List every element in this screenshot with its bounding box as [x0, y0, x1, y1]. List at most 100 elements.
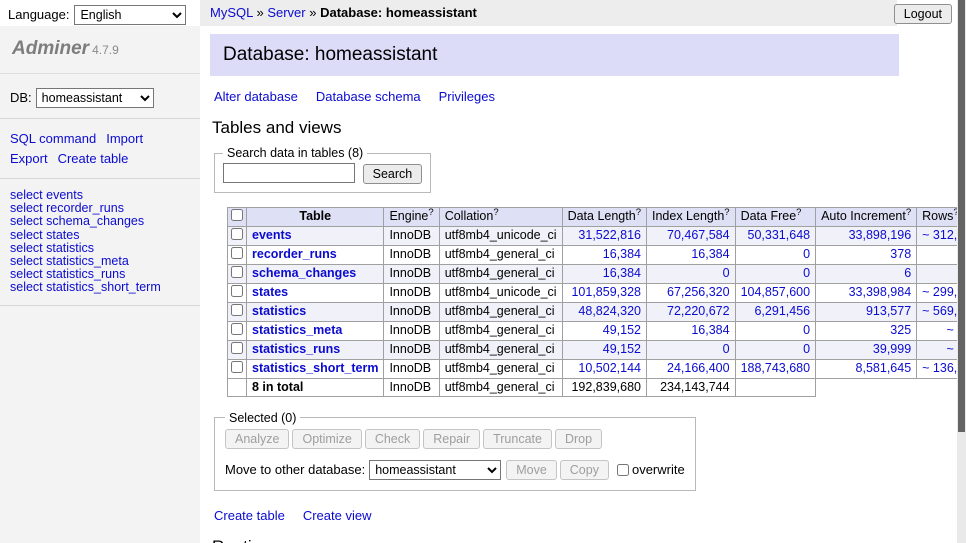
sidebar-link-create-table[interactable]: Create table — [58, 151, 129, 166]
search-input[interactable] — [223, 163, 355, 183]
rows-value[interactable]: ~ 569,159 — [922, 304, 957, 318]
data-length-value[interactable]: 10,502,144 — [578, 361, 641, 375]
sidebar-select-states[interactable]: select states — [10, 229, 190, 242]
move-database-select[interactable]: homeassistant — [369, 460, 501, 480]
help-link[interactable]: ? — [906, 207, 911, 218]
table-link-states[interactable]: states — [252, 285, 288, 299]
rows-value[interactable]: ~ 244 — [946, 323, 957, 337]
auto-increment-value[interactable]: 33,398,984 — [849, 285, 912, 299]
row-checkbox[interactable] — [231, 228, 243, 240]
table-row: statisticsInnoDButf8mb4_general_ci48,824… — [228, 302, 958, 321]
row-checkbox[interactable] — [231, 304, 243, 316]
data-length-value[interactable]: 16,384 — [603, 266, 641, 280]
rows-value[interactable]: ~ 312,180 — [922, 228, 957, 242]
db-select[interactable]: homeassistant — [36, 88, 154, 108]
table-link-recorder-runs[interactable]: recorder_runs — [252, 247, 337, 261]
data-length-value[interactable]: 31,522,816 — [578, 228, 641, 242]
data-free-value[interactable]: 50,331,648 — [748, 228, 811, 242]
logout-button[interactable]: Logout — [894, 4, 952, 24]
index-length-value[interactable]: 16,384 — [691, 323, 729, 337]
action-link-privileges[interactable]: Privileges — [439, 89, 495, 104]
search-button[interactable]: Search — [363, 164, 423, 184]
index-length-value[interactable]: 72,220,672 — [667, 304, 730, 318]
sidebar-link-export[interactable]: Export — [10, 151, 48, 166]
repair-button[interactable]: Repair — [423, 429, 480, 449]
action-link-alter-database[interactable]: Alter database — [214, 89, 298, 104]
auto-increment-value[interactable]: 33,898,196 — [849, 228, 912, 242]
help-link[interactable]: ? — [636, 207, 641, 218]
data-length-value[interactable]: 101,859,328 — [571, 285, 641, 299]
cell-engine: InnoDB — [384, 302, 439, 321]
scrollbar-thumb[interactable] — [958, 0, 965, 432]
sidebar-link-import[interactable]: Import — [106, 131, 143, 146]
data-free-value[interactable]: 188,743,680 — [741, 361, 811, 375]
index-length-value[interactable]: 70,467,584 — [667, 228, 730, 242]
breadcrumb-link-mysql[interactable]: MySQL — [210, 5, 253, 20]
index-length-value[interactable]: 0 — [723, 266, 730, 280]
sidebar-select-schema-changes[interactable]: select schema_changes — [10, 215, 190, 228]
auto-increment-value[interactable]: 6 — [904, 266, 911, 280]
rows-value[interactable]: ~ 136,108 — [922, 361, 957, 375]
sidebar-select-statistics-short-term[interactable]: select statistics_short_term — [10, 281, 190, 294]
data-length-value[interactable]: 49,152 — [603, 342, 641, 356]
auto-increment-value[interactable]: 8,581,645 — [856, 361, 912, 375]
row-checkbox[interactable] — [231, 342, 243, 354]
select-all-checkbox[interactable] — [231, 209, 243, 221]
language-bar: Language:English — [8, 5, 186, 25]
analyze-button[interactable]: Analyze — [225, 429, 289, 449]
routines-section-title: Routines — [212, 537, 957, 543]
table-link-statistics-runs[interactable]: statistics_runs — [252, 342, 340, 356]
overwrite-checkbox[interactable] — [617, 464, 629, 476]
row-checkbox[interactable] — [231, 285, 243, 297]
help-link[interactable]: ? — [724, 207, 729, 218]
create-link-create-view[interactable]: Create view — [303, 508, 372, 523]
data-free-value[interactable]: 0 — [803, 342, 810, 356]
auto-increment-value[interactable]: 913,577 — [866, 304, 911, 318]
auto-increment-value[interactable]: 378 — [890, 247, 911, 261]
move-button[interactable]: Move — [506, 460, 557, 480]
cell-data-length: 16,384 — [562, 264, 646, 283]
create-link-create-table[interactable]: Create table — [214, 508, 285, 523]
table-link-statistics[interactable]: statistics — [252, 304, 306, 318]
breadcrumb-link-server[interactable]: Server — [267, 5, 305, 20]
action-link-database-schema[interactable]: Database schema — [316, 89, 421, 104]
row-checkbox[interactable] — [231, 361, 243, 373]
help-link[interactable]: ? — [493, 207, 498, 218]
table-link-statistics-short-term[interactable]: statistics_short_term — [252, 361, 378, 375]
index-length-value[interactable]: 24,166,400 — [667, 361, 730, 375]
drop-button[interactable]: Drop — [555, 429, 602, 449]
row-checkbox[interactable] — [231, 247, 243, 259]
help-link[interactable]: ? — [796, 207, 801, 218]
data-free-value[interactable]: 104,857,600 — [741, 285, 811, 299]
data-free-value[interactable]: 0 — [803, 323, 810, 337]
data-free-value[interactable]: 0 — [803, 266, 810, 280]
data-length-value[interactable]: 16,384 — [603, 247, 641, 261]
overwrite-option: overwrite — [617, 462, 685, 477]
optimize-button[interactable]: Optimize — [292, 429, 361, 449]
table-link-statistics-meta[interactable]: statistics_meta — [252, 323, 342, 337]
truncate-button[interactable]: Truncate — [483, 429, 552, 449]
scrollbar-track[interactable] — [957, 0, 966, 543]
rows-value[interactable]: ~ 628 — [946, 342, 957, 356]
language-select[interactable]: English — [74, 5, 186, 25]
data-length-value[interactable]: 48,824,320 — [578, 304, 641, 318]
row-checkbox[interactable] — [231, 266, 243, 278]
auto-increment-value[interactable]: 325 — [890, 323, 911, 337]
copy-button[interactable]: Copy — [560, 460, 609, 480]
data-free-value[interactable]: 0 — [803, 247, 810, 261]
index-length-value[interactable]: 67,256,320 — [667, 285, 730, 299]
row-checkbox[interactable] — [231, 323, 243, 335]
cell-data-length: 31,522,816 — [562, 226, 646, 245]
auto-increment-value[interactable]: 39,999 — [873, 342, 911, 356]
rows-value[interactable]: ~ 299,833 — [922, 285, 957, 299]
table-row: statistics_short_termInnoDButf8mb4_gener… — [228, 359, 958, 378]
sidebar-link-sql-command[interactable]: SQL command — [10, 131, 96, 146]
index-length-value[interactable]: 0 — [723, 342, 730, 356]
data-length-value[interactable]: 49,152 — [603, 323, 641, 337]
index-length-value[interactable]: 16,384 — [691, 247, 729, 261]
check-button[interactable]: Check — [365, 429, 420, 449]
table-link-events[interactable]: events — [252, 228, 292, 242]
data-free-value[interactable]: 6,291,456 — [754, 304, 810, 318]
table-link-schema-changes[interactable]: schema_changes — [252, 266, 356, 280]
help-link[interactable]: ? — [428, 207, 433, 218]
